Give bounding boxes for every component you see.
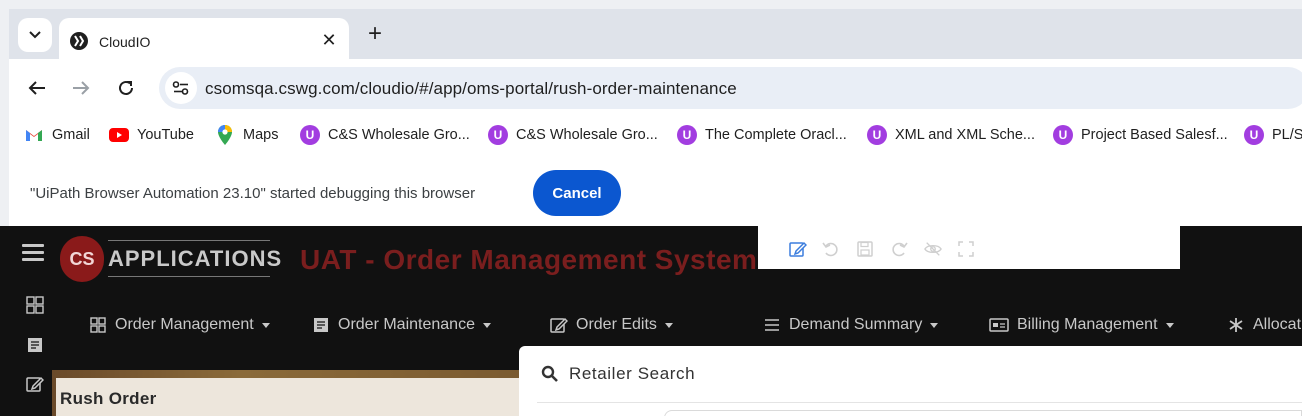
- caret-down-icon: [261, 322, 270, 328]
- bookmark-label: Project Based Salesf...: [1081, 127, 1228, 143]
- site-info-button[interactable]: [165, 72, 197, 104]
- window-top-edge: [0, 0, 1302, 9]
- bookmark-xml-schema[interactable]: U XML and XML Sche...: [867, 125, 1035, 145]
- grid-icon: [89, 316, 107, 334]
- logo-text: APPLICATIONS: [108, 246, 283, 271]
- window-left-edge: [0, 0, 9, 226]
- menu-label: Demand Summary: [789, 316, 923, 333]
- tab-strip: CloudIO ✕ +: [9, 9, 1302, 60]
- close-tab-icon[interactable]: ✕: [319, 30, 339, 50]
- asterisk-icon: [1227, 316, 1245, 334]
- bookmark-complete-oracle[interactable]: U The Complete Oracl...: [677, 125, 847, 145]
- caret-down-icon: [930, 322, 939, 328]
- debugging-infobar: "UiPath Browser Automation 23.10" starte…: [9, 153, 1302, 226]
- hamburger-menu-icon[interactable]: [22, 244, 44, 262]
- bookmark-cs-wholesale-1[interactable]: U C&S Wholesale Gro...: [300, 125, 470, 145]
- caret-down-icon: [1165, 322, 1174, 328]
- uipath-icon: U: [300, 125, 320, 145]
- bookmark-project-salesforce[interactable]: U Project Based Salesf...: [1053, 125, 1228, 145]
- bookmark-label: XML and XML Sche...: [895, 127, 1035, 143]
- new-tab-button[interactable]: +: [363, 22, 387, 46]
- applications-logo[interactable]: CS APPLICATIONS: [60, 236, 281, 282]
- retailer-search-title: Retailer Search: [569, 364, 696, 383]
- eye-slash-icon[interactable]: [924, 240, 942, 258]
- bookmarks-bar: Gmail YouTube Maps U C&S Wholesale Gro..…: [9, 117, 1302, 153]
- menu-label: Order Management: [115, 316, 254, 333]
- bookmark-cs-wholesale-2[interactable]: U C&S Wholesale Gro...: [488, 125, 658, 145]
- menu-billing-management[interactable]: Billing Management: [989, 314, 1174, 336]
- redo-icon[interactable]: [890, 240, 908, 258]
- menu-label: Allocati: [1253, 316, 1302, 333]
- infobar-message: "UiPath Browser Automation 23.10" starte…: [30, 185, 476, 202]
- uipath-icon: U: [677, 125, 697, 145]
- caret-down-icon: [664, 322, 673, 328]
- arrow-right-icon: [73, 81, 90, 95]
- bookmark-label: Maps: [243, 127, 279, 143]
- uipath-icon: U: [488, 125, 508, 145]
- cloudio-favicon-icon: [70, 32, 88, 50]
- list-box-icon: [312, 316, 330, 334]
- rush-order-panel: Rush Order: [52, 370, 522, 416]
- menu-demand-summary[interactable]: Demand Summary: [763, 314, 939, 336]
- bookmark-label: YouTube: [137, 127, 194, 143]
- menu-label: Billing Management: [1017, 316, 1158, 333]
- bookmark-maps[interactable]: Maps: [215, 125, 278, 145]
- reload-icon: [119, 80, 133, 95]
- tab-search-button[interactable]: [18, 18, 52, 52]
- search-icon: [541, 365, 558, 382]
- retailer-search-input[interactable]: [664, 410, 1302, 416]
- uipath-icon: U: [1053, 125, 1073, 145]
- edit-toolbar: [758, 226, 1180, 269]
- divider: [537, 402, 1302, 403]
- chevron-down-icon: [29, 31, 41, 39]
- tune-icon: [172, 81, 189, 95]
- arrow-left-icon: [28, 81, 45, 95]
- bookmark-label: Gmail: [52, 127, 90, 143]
- uipath-icon: U: [867, 125, 887, 145]
- retailer-search-card: Retailer Search: [519, 346, 1302, 416]
- cancel-button[interactable]: Cancel: [533, 170, 621, 216]
- menu-order-maintenance[interactable]: Order Maintenance: [312, 314, 491, 336]
- url-text[interactable]: csomsqa.cswg.com/cloudio/#/app/oms-porta…: [205, 79, 737, 99]
- reload-button[interactable]: [111, 73, 141, 103]
- youtube-icon: [109, 125, 129, 145]
- back-button[interactable]: [22, 73, 52, 103]
- address-bar[interactable]: csomsqa.cswg.com/cloudio/#/app/oms-porta…: [159, 67, 1302, 109]
- billing-icon: [989, 316, 1009, 334]
- rush-order-header: Rush Order: [56, 378, 522, 416]
- uipath-icon: U: [1244, 125, 1264, 145]
- undo-icon[interactable]: [822, 240, 840, 258]
- edit-icon: [550, 316, 568, 334]
- edit-icon[interactable]: [789, 240, 807, 258]
- expand-icon[interactable]: [957, 240, 975, 258]
- bookmark-label: C&S Wholesale Gro...: [516, 127, 658, 143]
- bars-icon: [763, 316, 781, 334]
- menu-order-management[interactable]: Order Management: [89, 314, 270, 336]
- menu-label: Order Maintenance: [338, 316, 475, 333]
- bookmark-pl-sql[interactable]: U PL/S: [1244, 125, 1302, 145]
- browser-toolbar: csomsqa.cswg.com/cloudio/#/app/oms-porta…: [9, 59, 1302, 117]
- rush-order-title: Rush Order: [60, 389, 157, 408]
- maps-icon: [215, 125, 235, 145]
- tab-title: CloudIO: [99, 34, 151, 50]
- bookmark-label: PL/S: [1272, 127, 1302, 143]
- cs-logo-icon: CS: [60, 236, 104, 282]
- save-icon[interactable]: [856, 240, 874, 258]
- caret-down-icon: [482, 322, 491, 328]
- app-title: UAT - Order Management System: [300, 244, 758, 275]
- bookmark-gmail[interactable]: Gmail: [24, 125, 90, 145]
- edit-icon[interactable]: [24, 373, 46, 395]
- bookmark-label: C&S Wholesale Gro...: [328, 127, 470, 143]
- menu-allocation[interactable]: Allocati: [1227, 314, 1302, 336]
- tab-cloudio[interactable]: CloudIO ✕: [59, 18, 349, 60]
- gmail-icon: [24, 125, 44, 145]
- bookmark-label: The Complete Oracl...: [705, 127, 847, 143]
- menu-order-edits[interactable]: Order Edits: [550, 314, 673, 336]
- web-app: CS APPLICATIONS UAT - Order Management S…: [0, 226, 1302, 416]
- retailer-search-header: Retailer Search: [541, 364, 695, 384]
- bookmark-youtube[interactable]: YouTube: [109, 125, 194, 145]
- app-menubar: Order Management Order Maintenance Order…: [0, 310, 1302, 338]
- forward-button[interactable]: [66, 73, 96, 103]
- menu-label: Order Edits: [576, 316, 657, 333]
